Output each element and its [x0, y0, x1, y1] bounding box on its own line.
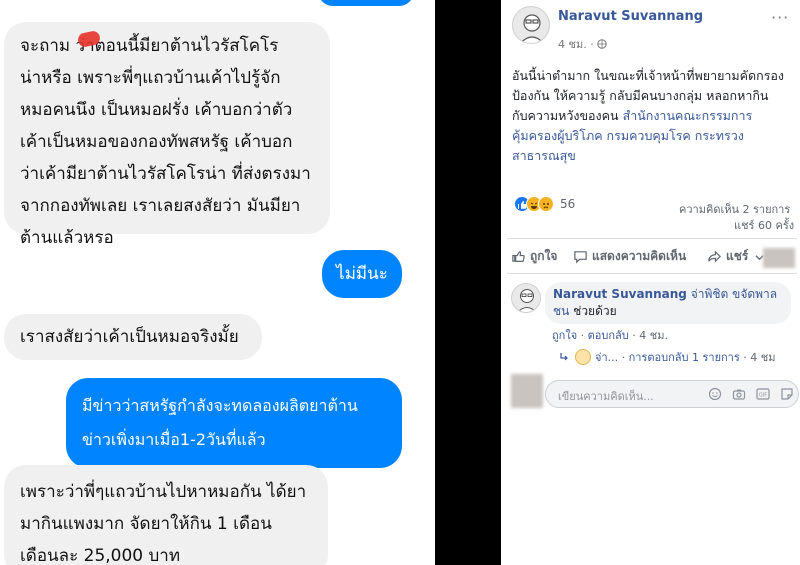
message-line: น่าหรือ เพราะพี่ๆแถวบ้านเค้าไปรู้จัก — [20, 68, 281, 88]
message-line: มีข่าวว่าสหรัฐกำลังจะทดลองผลิตยาต้าน — [82, 396, 358, 415]
replies-row[interactable]: จ่า... · การตอบกลับ 1 รายการ · 4 ชม — [559, 348, 775, 366]
reply-summary[interactable]: การตอบกลับ 1 รายการ — [629, 348, 740, 366]
outgoing-message: มีข่าวว่าสหรัฐกำลังจะทดลองผลิตยาต้าน ข่า… — [66, 378, 402, 468]
comment-mention[interactable]: จ่าพิชิต ขจัดพาล — [691, 287, 777, 301]
comment-actions: ถูกใจ · ตอบกลับ · 4 ชม. — [552, 329, 668, 342]
comment-text: ช่วยด้วย — [569, 304, 617, 318]
comment-mention[interactable]: ชน — [553, 304, 569, 318]
post-text-line: ป้องกัน ให้ความรู้ กลับมีคนบางกลุ่ม หลอก… — [512, 88, 769, 103]
more-options-button[interactable]: ··· — [771, 8, 789, 27]
comment-author[interactable]: Naravut Suvannang — [553, 287, 687, 301]
comment-input-placeholder: เขียนความคิดเห็น... — [558, 390, 654, 403]
blurred-avatar — [763, 248, 795, 268]
message-line: ว่าเค้ามียาต้านไวรัสโคโรน่า ที่ส่งตรงมา — [20, 164, 311, 184]
message-line: ไม่มีนะ — [336, 264, 388, 284]
post-meta: 4 ชม. · — [558, 35, 607, 53]
reaction-summary[interactable]: 56 — [514, 196, 575, 212]
comment-reply-link[interactable]: ตอบกลับ — [588, 329, 629, 342]
divider — [507, 238, 797, 239]
share-label: แชร์ — [726, 249, 749, 263]
sticker-icon[interactable] — [780, 387, 794, 401]
like-icon — [512, 251, 525, 262]
comment-input[interactable]: เขียนความคิดเห็น... GIF — [545, 380, 799, 408]
svg-text:GIF: GIF — [759, 393, 767, 399]
incoming-message: จะถาม ว่าตอนนี้มียาต้านไวรัสโคโร น่าหรือ… — [4, 22, 330, 248]
reply-author[interactable]: จ่า... — [595, 348, 618, 366]
emoji-icon[interactable] — [708, 387, 722, 401]
message-line: เค้าเป็นหมอของกองทัพสหรัฐ เค้าบอก — [20, 132, 293, 152]
comment-button[interactable]: แสดงความคิดเห็น — [573, 247, 686, 266]
post-text-line: อันนี้น่าตำมาก ในขณะที่เจ้าหน้าที่พยายาม… — [512, 68, 785, 83]
post-text-line: กับความหวังของคน — [512, 108, 619, 123]
message-line: เพราะว่าพี่ๆแถวบ้านไปหาหมอกัน ได้ยา — [20, 482, 307, 502]
reply-avatar — [575, 349, 591, 365]
post-link[interactable]: สาธารณสุข — [512, 146, 796, 166]
sad-reaction-icon — [538, 196, 554, 212]
comment-icon — [574, 251, 587, 264]
comment-like-link[interactable]: ถูกใจ — [552, 329, 577, 342]
outgoing-bubble-partial — [318, 0, 414, 6]
like-button[interactable]: ถูกใจ — [511, 247, 557, 266]
camera-icon[interactable] — [732, 387, 746, 401]
message-line: ข่าวเพิ่งมาเมื่อ1-2วันที่แล้ว — [82, 430, 266, 449]
share-button[interactable]: แชร์ — [707, 247, 748, 266]
chat-panel: จะถาม ว่าตอนนี้มียาต้านไวรัสโคโร น่าหรือ… — [0, 0, 435, 565]
message-line: มากินแพงมาก จัดยาให้กิน 1 เดือน — [20, 514, 272, 534]
black-divider — [435, 0, 501, 565]
message-line: เดือนละ 25,000 บาท — [20, 546, 181, 565]
share-count[interactable]: แชร์ 60 ครั้ง — [734, 216, 794, 234]
message-line: ต้านแล้วหรอ — [20, 228, 114, 248]
share-icon — [708, 250, 721, 263]
reply-time: 4 ชม — [750, 351, 776, 364]
post-link[interactable]: สำนักงานคณะกรรมการ — [623, 108, 753, 123]
post-action-bar: ถูกใจ แสดงความคิดเห็น แชร์ — [507, 247, 800, 269]
gif-icon[interactable]: GIF — [756, 387, 770, 401]
reaction-count: 56 — [560, 197, 576, 211]
post-time[interactable]: 4 ชม. — [558, 38, 587, 51]
divider — [507, 273, 797, 274]
reply-arrow-icon — [560, 353, 568, 361]
avatar[interactable] — [512, 6, 550, 44]
post-link[interactable]: คุ้มครองผู้บริโภค กรมควบคุมโรค กระทรวง — [512, 126, 796, 146]
message-line: จะถาม ว่าตอนนี้มียาต้านไวรัสโคโร — [20, 36, 279, 56]
outgoing-message: ไม่มีนะ — [322, 250, 402, 298]
post-author-name[interactable]: Naravut Suvannang — [558, 9, 703, 24]
post-text: อันนี้น่าตำมาก ในขณะที่เจ้าหน้าที่พยายาม… — [512, 66, 796, 166]
like-label: ถูกใจ — [530, 249, 558, 263]
message-line: เราสงสัยว่าเค้าเป็นหมอจริงมั้ย — [20, 327, 239, 347]
incoming-message: เราสงสัยว่าเค้าเป็นหมอจริงมั้ย — [4, 314, 262, 360]
blurred-avatar — [511, 374, 543, 408]
comment-bubble: Naravut Suvannang จ่าพิชิต ขจัดพาล ชน ช่… — [545, 282, 791, 324]
facebook-post: Naravut Suvannang 4 ชม. · ··· อันนี้น่าต… — [501, 0, 800, 565]
globe-icon — [597, 39, 607, 49]
message-line: หมอคนนึง เป็นหมอฝรั่ง เค้าบอกว่าตัว — [20, 100, 293, 120]
comment-label: แสดงความคิดเห็น — [592, 249, 687, 263]
incoming-message: เพราะว่าพี่ๆแถวบ้านไปหาหมอกัน ได้ยา มากิ… — [4, 465, 328, 565]
comment-time[interactable]: 4 ชม. — [639, 329, 668, 342]
message-line: จากกองทัพเลย เราเลยสงสัยว่า มันมียา — [20, 196, 301, 216]
avatar[interactable] — [511, 283, 541, 313]
